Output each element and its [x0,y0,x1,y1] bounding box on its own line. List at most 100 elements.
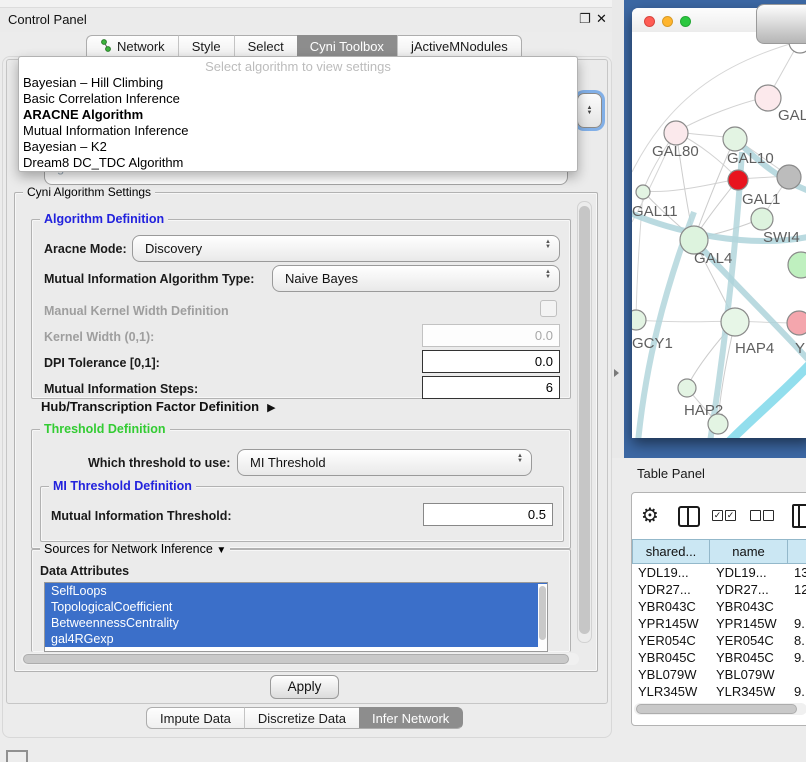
hub-definition-toggle[interactable]: Hub/Transcription Factor Definition ▶ [41,399,276,414]
zoom-window-icon[interactable] [680,16,691,27]
data-attribute-item[interactable]: SelfLoops [45,583,547,599]
network-edge[interactable] [643,179,738,192]
partial-toolbar-icon[interactable] [792,504,806,528]
table-row[interactable]: YBR045CYBR045C9. [632,649,806,666]
node-bright-green[interactable] [788,252,806,278]
table-column-header[interactable]: name [710,539,788,564]
divider-arrow-icon[interactable] [614,369,619,377]
settings-hscrollbar[interactable] [21,653,579,665]
close-panel-icon[interactable]: ✕ [596,11,607,27]
network-edge[interactable] [676,97,768,132]
node-gray[interactable] [777,165,801,189]
aracne-mode-combo[interactable]: Discovery ▲▼ [132,235,560,262]
attr-list-vscrollbar[interactable] [538,584,547,650]
dock-panel-icon[interactable] [6,750,28,762]
algorithm-option[interactable]: Bayesian – Hill Climbing [19,75,577,91]
node-gal11[interactable] [636,185,650,199]
tab-discretize-data[interactable]: Discretize Data [244,707,359,729]
network-edge[interactable] [727,362,806,438]
hub-definition-label: Hub/Transcription Factor Definition [41,399,259,414]
network-window[interactable]: GALGAL80GAL10GAL1GAL11GAL4GCY1HAP4YHAP2S… [632,8,806,438]
dpi-tolerance-field[interactable]: 0.0 [422,350,560,373]
tab-label: Style [192,39,221,54]
settings-vscrollbar-thumb[interactable] [579,206,590,634]
mi-threshold-group: MI Threshold Definition Mutual Informati… [40,486,564,542]
tab-label: Select [248,39,284,54]
tab-cyni-toolbox[interactable]: Cyni Toolbox [297,35,397,58]
which-threshold-combo[interactable]: MI Threshold ▲▼ [237,449,532,476]
algorithm-option[interactable]: Basic Correlation Inference [19,91,577,107]
node-gal1[interactable] [751,208,773,230]
table-row[interactable]: YDR27...YDR27...12 [632,581,806,598]
collapse-down-icon[interactable]: ▼ [216,545,226,556]
tab-select[interactable]: Select [234,35,297,58]
expand-right-icon: ▶ [267,402,275,414]
close-window-icon[interactable] [644,16,655,27]
tab-jactivemnodules[interactable]: jActiveMNodules [397,35,522,58]
cyni-settings-title: Cyni Algorithm Settings [23,185,155,199]
unchecked-box-icon[interactable] [750,510,761,521]
mi-threshold-label: Mutual Information Threshold: [51,509,232,523]
apply-button[interactable]: Apply [270,675,339,699]
table-panel: ⚙ ✓ ✓ shared...name YDL19...YDL19...13YD… [631,492,806,726]
manual-kernel-checkbox[interactable] [540,300,557,317]
node-red[interactable] [728,170,748,190]
table-row[interactable]: YLR345WYLR345W9. [632,683,806,700]
checked-box-icon[interactable]: ✓ [712,510,723,521]
node-hap2[interactable] [678,379,696,397]
algorithm-option[interactable]: Bayesian – K2 [19,139,577,155]
tab-style[interactable]: Style [178,35,234,58]
node-gal10[interactable] [723,127,747,151]
kernel-width-field[interactable]: 0.0 [422,324,560,347]
mi-steps-field[interactable]: 6 [422,376,560,399]
data-attribute-item[interactable]: BetweennessCentrality [45,615,547,631]
table-row[interactable]: YDL19...YDL19...13 [632,564,806,581]
settings-vscrollbar[interactable] [577,201,592,643]
stepper-icon: ▲▼ [545,270,551,280]
node-unlabeled-bottom[interactable] [708,414,728,434]
aracne-mode-label: Aracne Mode: [44,242,127,256]
threshold-definition-group: Threshold Definition Which threshold to … [31,429,571,549]
network-canvas[interactable]: GALGAL80GAL10GAL1GAL11GAL4GCY1HAP4YHAP2S… [632,32,806,438]
table-column-header[interactable] [788,539,806,564]
table-row[interactable]: YPR145WYPR145W9. [632,615,806,632]
mi-type-combo[interactable]: Naive Bayes ▲▼ [272,265,560,292]
node-gcy1[interactable] [632,310,646,330]
table-column-header[interactable]: shared... [632,539,710,564]
algorithm-combo-button[interactable]: ▲ ▼ [577,93,602,128]
table-row[interactable]: YBL079WYBL079W [632,666,806,683]
node-salmon[interactable] [787,311,806,335]
algorithm-option[interactable]: Dream8 DC_TDC Algorithm [19,155,577,171]
cyni-settings-group: Cyni Algorithm Settings Algorithm Defini… [14,192,598,672]
mi-threshold-field[interactable]: 0.5 [423,503,553,526]
node-gcy1-label: GCY1 [632,335,673,352]
gear-icon[interactable]: ⚙ [641,503,659,528]
checked-box-icon[interactable]: ✓ [725,510,736,521]
float-panel-icon[interactable]: ❐ [579,11,591,27]
which-threshold-value: MI Threshold [250,455,326,470]
table-hscrollbar[interactable] [634,703,806,715]
tab-label: jActiveMNodules [411,39,508,54]
data-attributes-list[interactable]: SelfLoopsTopologicalCoefficientBetweenne… [44,582,548,652]
node-hap4[interactable] [721,308,749,336]
unchecked-box-icon[interactable] [763,510,774,521]
app-root: Control Panel ❐ ✕ Network Style Select Cyni… [0,0,806,762]
control-panel-title: Control Panel [8,12,87,27]
table-row[interactable]: YBR043CYBR043C [632,598,806,615]
network-edge[interactable] [636,320,735,322]
data-attribute-item[interactable]: TopologicalCoefficient [45,599,547,615]
data-attribute-item[interactable]: gal4RGexp [45,631,547,647]
table-cell: YLR345W [638,684,710,699]
minimize-window-icon[interactable] [662,16,673,27]
algorithm-option[interactable]: ARACNE Algorithm [19,107,577,123]
tab-infer-network[interactable]: Infer Network [359,707,463,729]
data-attributes-label: Data Attributes [40,564,129,578]
stepper-down-icon: ▼ [587,111,593,116]
algorithm-option[interactable]: Mutual Information Inference [19,123,577,139]
node-gal80[interactable] [664,121,688,145]
tab-impute-data[interactable]: Impute Data [146,707,244,729]
control-panel-tabbar: Network Style Select Cyni Toolbox jActiveMNo… [86,35,522,58]
columns-icon[interactable] [678,506,700,527]
tab-network[interactable]: Network [86,35,178,58]
table-row[interactable]: YER054CYER054C8. [632,632,806,649]
